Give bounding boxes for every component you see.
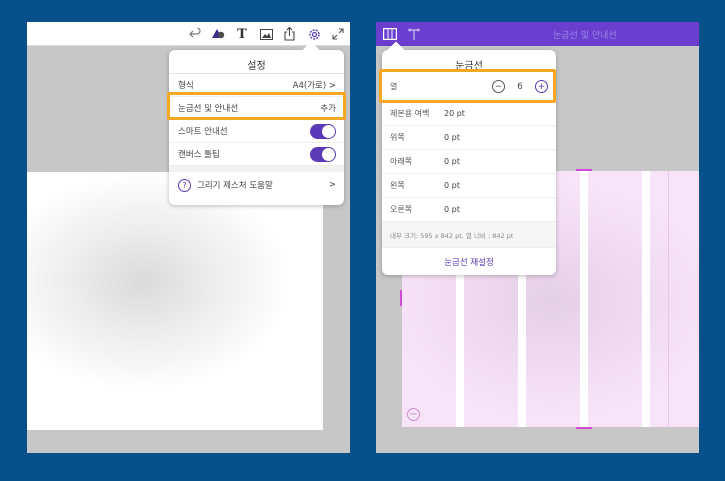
top-margin-row[interactable]: 위쪽 0 pt [382,126,556,150]
settings-icon[interactable] [305,25,323,43]
left-label: 왼쪽 [390,181,405,190]
chevron-right-icon: > [328,180,336,190]
canvas-tooltips-row: 캔버스 툴팁 [169,143,344,166]
settings-popover: 설정 형식 A4(가로) > 눈금선 및 안내선 추가 스마트 안내선 캔버스 … [169,50,344,205]
text-icon[interactable]: T [233,25,251,43]
top-label: 위쪽 [390,133,405,142]
bleed-row[interactable]: 제본용 여백 20 pt [382,102,556,126]
reset-grid-button[interactable]: 눈금선 재설정 [382,248,556,276]
image-icon[interactable] [257,25,275,43]
help-row[interactable]: ? 그리기 제스처 도움말 > [169,172,344,198]
column-line [668,171,669,427]
expand-icon[interactable] [329,25,347,43]
right-label: 오른쪽 [390,205,413,214]
format-label: 형식 [178,81,194,91]
smart-guides-toggle[interactable] [310,123,336,139]
bottom-margin-row[interactable]: 아래쪽 0 pt [382,150,556,174]
undo-icon[interactable] [186,25,204,43]
help-label: 그리기 제스처 도움말 [197,181,273,191]
grid-columns-icon[interactable] [381,25,399,43]
guide-handle-bottom[interactable] [576,427,592,429]
right-margin-row[interactable]: 오른쪽 0 pt [382,198,556,222]
left-margin-row[interactable]: 왼쪽 0 pt [382,174,556,198]
canvas[interactable] [27,172,323,430]
share-icon[interactable] [280,25,298,43]
remove-icon[interactable]: − [407,408,420,421]
top-value[interactable]: 0 pt [444,133,460,142]
shapes-icon[interactable] [209,25,227,43]
smart-guides-label: 스마트 안내선 [178,127,228,137]
left-value[interactable]: 0 pt [444,181,460,190]
guide-icon[interactable] [405,25,423,43]
help-icon: ? [178,178,191,192]
left-screenshot: T 설정 형식 A4(가로) > 눈금선 및 안내선 추가 스마트 안내선 캔버… [27,22,350,453]
popover-title: 설정 [169,50,344,74]
bleed-value[interactable]: 20 pt [444,109,465,118]
canvas-tooltips-label: 캔버스 툴팁 [178,150,220,160]
guide-handle-left[interactable] [400,290,402,306]
column-gutter [642,171,650,427]
highlight-box [167,92,346,120]
smart-guides-row: 스마트 안내선 [169,120,344,143]
right-screenshot: 눈금선 및 안내선 − 눈금선 열 − 6 + 제본용 여백 20 pt 위쪽 … [376,22,699,453]
toolbar-title: 눈금선 및 안내선 [553,31,617,41]
format-value: A4(가로) > [292,81,336,91]
canvas-tooltips-toggle[interactable] [310,146,336,162]
toolbar: T [27,22,350,46]
column-gutter [580,171,588,427]
bottom-value[interactable]: 0 pt [444,157,460,166]
highlight-box [379,69,556,103]
bottom-label: 아래쪽 [390,157,413,166]
right-value[interactable]: 0 pt [444,205,460,214]
size-info: 내부 크기: 595 x 842 pt, 열 너비 : 842 pt [382,222,556,248]
toolbar: 눈금선 및 안내선 [376,22,699,46]
guide-handle-top[interactable] [576,169,592,171]
bleed-label: 제본용 여백 [390,109,430,118]
